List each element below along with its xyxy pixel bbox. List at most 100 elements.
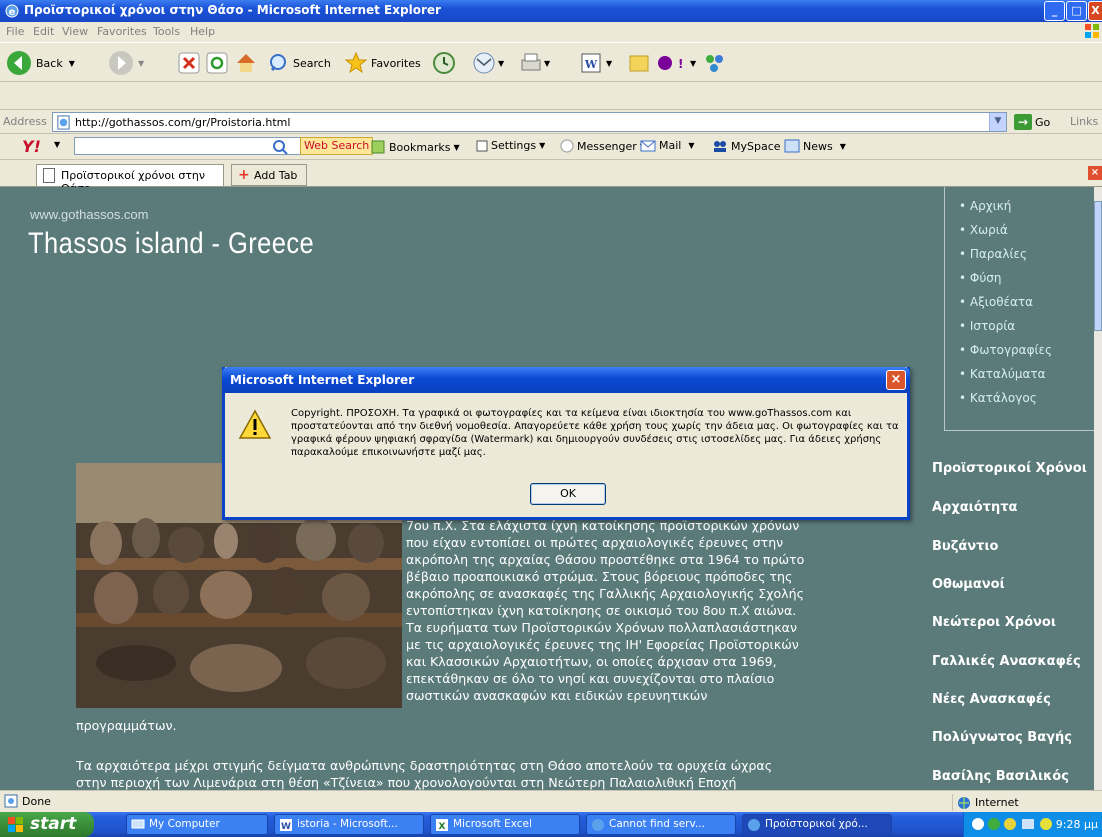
web-search-button[interactable]: Web Search xyxy=(300,137,374,155)
forward-dropdown-icon[interactable]: ▼ xyxy=(138,59,144,68)
maximize-button[interactable]: □ xyxy=(1066,1,1087,21)
start-label: start xyxy=(30,814,77,834)
word-edit-icon: W xyxy=(581,53,601,73)
discuss-button[interactable] xyxy=(628,49,650,77)
back-dropdown-icon[interactable]: ▼ xyxy=(69,59,75,68)
messenger-dropdown-icon[interactable]: ▼ xyxy=(690,59,696,68)
close-tab-icon[interactable]: × xyxy=(1088,166,1102,180)
window-title-bar[interactable]: e Προϊστορικοί χρόνοι στην Θάσο - Micros… xyxy=(0,0,1102,22)
search-label: Search xyxy=(293,56,331,70)
menu-tools[interactable]: Tools xyxy=(153,25,180,38)
yahoo-messenger-button[interactable]: ! ▼ xyxy=(656,49,696,77)
paragraph-line: ακρόπολης σε ανασκαφές της Γαλλικής Αρχα… xyxy=(406,586,805,601)
add-tab-button[interactable]: + Add Tab xyxy=(231,164,307,186)
mail-link-button[interactable]: Mail ▼ xyxy=(640,139,695,152)
address-input[interactable]: http://gothassos.com/gr/Proistoria.html … xyxy=(52,112,1007,132)
minimize-button[interactable]: _ xyxy=(1044,1,1065,21)
nav-item-accommodation[interactable]: • Καταλύματα xyxy=(959,367,1046,381)
paragraph-line: ακρόπολη της αρχαίας Θάσου προστέθηκε στ… xyxy=(406,552,805,567)
close-window-button[interactable]: X xyxy=(1088,1,1102,21)
home-button[interactable] xyxy=(234,49,258,77)
nav-item-home[interactable]: • Αρχική xyxy=(959,199,1011,213)
settings-button[interactable]: Settings ▼ xyxy=(476,139,545,152)
go-button[interactable]: → Go xyxy=(1014,114,1050,130)
ie-task-icon xyxy=(592,819,604,831)
nav-item-history[interactable]: • Ιστορία xyxy=(959,319,1015,333)
section-link-new-excavations[interactable]: Νέες Ανασκαφές xyxy=(932,692,1051,707)
nav-item-villages[interactable]: • Χωριά xyxy=(959,223,1008,237)
yahoo-menu-dropdown-icon[interactable]: ▼ xyxy=(54,140,60,149)
yahoo-search-input[interactable] xyxy=(74,137,304,155)
yahoo-logo[interactable]: Y! xyxy=(22,137,41,156)
refresh-button[interactable] xyxy=(206,49,228,77)
bookmarks-button[interactable]: Bookmarks ▼ xyxy=(370,139,460,155)
task-cannot-find[interactable]: Cannot find serv... xyxy=(586,814,736,835)
myspace-button[interactable]: MySpace xyxy=(712,139,781,153)
mail-icon xyxy=(473,52,495,74)
mail-button[interactable]: ▼ xyxy=(472,49,504,77)
add-tab-label: Add Tab xyxy=(254,169,298,182)
section-link-french-excavations[interactable]: Γαλλικές Ανασκαφές xyxy=(932,654,1081,669)
address-dropdown-icon[interactable]: ▼ xyxy=(989,113,1006,131)
paragraph-line: με τις αρχαιολογικές έρευνες της ΙΗ' Εφο… xyxy=(406,637,799,652)
paragraph-line: στην περιοχή των Λιμενάρια στη θέση «Τζί… xyxy=(76,775,737,790)
task-prehistoric-active[interactable]: Προϊστορικοί χρό... xyxy=(742,814,892,835)
menu-view[interactable]: View xyxy=(62,25,88,38)
search-icon xyxy=(270,54,286,72)
edit-dropdown-icon[interactable]: ▼ xyxy=(606,59,612,68)
print-button[interactable]: ▼ xyxy=(518,49,550,77)
dialog-close-button[interactable]: × xyxy=(886,370,906,390)
print-dropdown-icon[interactable]: ▼ xyxy=(544,59,550,68)
mail-label: Mail xyxy=(659,139,682,152)
back-button[interactable]: Back ▼ xyxy=(6,49,75,77)
nav-item-catalog[interactable]: • Κατάλογος xyxy=(959,391,1037,405)
print-icon xyxy=(521,53,541,71)
section-link-ottomans[interactable]: Οθωμανοί xyxy=(932,577,1005,592)
task-word-istoria[interactable]: W istoria - Microsoft... xyxy=(274,814,424,835)
mail-dropdown-icon[interactable]: ▼ xyxy=(498,59,504,68)
messenger-button[interactable]: Messenger▼ xyxy=(560,139,646,153)
news-button[interactable]: News ▼ xyxy=(784,139,846,153)
page-icon xyxy=(57,115,70,130)
start-button[interactable]: start xyxy=(0,812,94,837)
standard-toolbar: Back ▼ ▼ Search Favorites ▼ ▼ W ▼ ! ▼ xyxy=(0,42,1102,82)
tray-icons[interactable] xyxy=(970,816,1060,832)
menu-help[interactable]: Help xyxy=(190,25,215,38)
menu-edit[interactable]: Edit xyxy=(33,25,54,38)
status-bar: Done Internet xyxy=(0,790,1102,812)
ok-button[interactable]: OK xyxy=(530,483,606,505)
links-button[interactable]: Links xyxy=(1070,115,1098,128)
section-link-prehistoric[interactable]: Προϊστορικοί Χρόνοι xyxy=(932,461,1087,476)
nav-item-sights[interactable]: • Αξιοθέατα xyxy=(959,295,1033,309)
forward-button[interactable]: ▼ xyxy=(108,49,144,77)
section-link-byzantine[interactable]: Βυζάντιο xyxy=(932,539,998,554)
menu-bar: File Edit View Favorites Tools Help xyxy=(0,22,1102,42)
windows-taskbar: start My Computer W istoria - Microsoft.… xyxy=(0,812,1102,837)
menu-favorites[interactable]: Favorites xyxy=(97,25,147,38)
paragraph-line: βέβαιο προαποικιακό στρώμα. Στους βόρειο… xyxy=(406,569,793,584)
address-label: Address xyxy=(3,115,47,128)
edit-word-button[interactable]: W ▼ xyxy=(580,49,612,77)
search-magnifier-icon[interactable] xyxy=(272,139,290,155)
menu-file[interactable]: File xyxy=(6,25,24,38)
vertical-scrollbar[interactable] xyxy=(1094,187,1102,790)
nav-item-photos[interactable]: • Φωτογραφίες xyxy=(959,343,1052,357)
tab-active[interactable]: Προϊστορικοί χρόνοι στην Θάσο xyxy=(36,164,224,195)
search-button[interactable]: Search xyxy=(268,49,331,77)
clock[interactable]: 9:28 μμ xyxy=(1056,818,1098,831)
task-my-computer[interactable]: My Computer xyxy=(126,814,268,835)
scrollbar-thumb[interactable] xyxy=(1094,201,1102,331)
section-link-modern[interactable]: Νεώτεροι Χρόνοι xyxy=(932,615,1056,630)
stop-button[interactable] xyxy=(178,49,200,77)
history-button[interactable] xyxy=(432,49,456,77)
nav-item-nature[interactable]: • Φύση xyxy=(959,271,1002,285)
favorites-button[interactable]: Favorites xyxy=(344,49,421,77)
dialog-title-bar[interactable]: Microsoft Internet Explorer × xyxy=(222,367,910,393)
section-link-polygnotos[interactable]: Πολύγνωτος Βαγής xyxy=(932,730,1072,745)
nav-item-beaches[interactable]: • Παραλίες xyxy=(959,247,1027,261)
section-link-vasilikos[interactable]: Βασίλης Βασιλικός xyxy=(932,769,1069,784)
msn-buddies-button[interactable] xyxy=(702,49,728,77)
task-excel[interactable]: X Microsoft Excel xyxy=(430,814,580,835)
section-link-antiquity[interactable]: Αρχαιότητα xyxy=(932,500,1017,515)
favorites-label: Favorites xyxy=(371,56,421,70)
